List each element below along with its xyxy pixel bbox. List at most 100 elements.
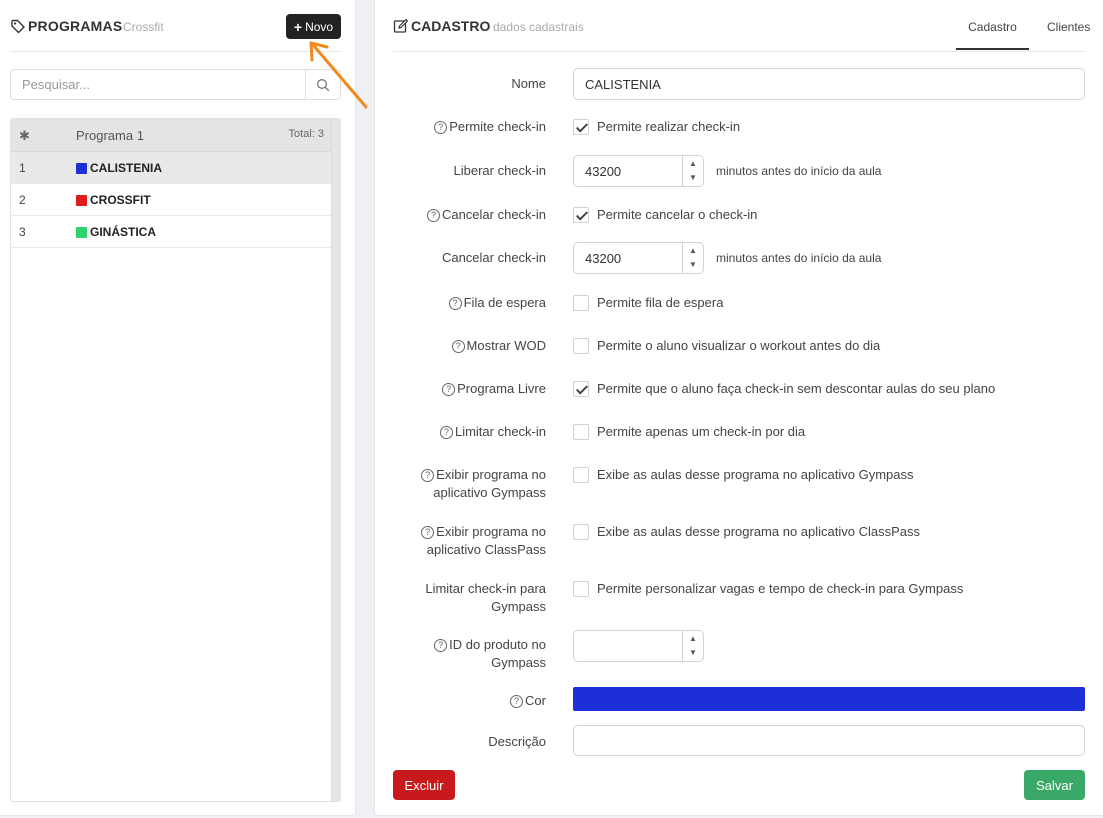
- nome-input[interactable]: [573, 68, 1085, 100]
- cancelar-checkin-stepper: 43200 ▲ ▼: [573, 242, 704, 274]
- field-limitar-checkin: ? Limitar check-in Permite apenas um chec…: [393, 423, 1085, 443]
- programs-list: ✱ Programa 1 Total: 3 1 CALISTENIA 2 CROSSF…: [10, 118, 341, 802]
- delete-button[interactable]: Excluir: [393, 770, 455, 800]
- programs-panel: PROGRAMAS Crossfit + Novo ✱ Programa 1 T…: [0, 0, 356, 816]
- save-button[interactable]: Salvar: [1024, 770, 1085, 800]
- field-id-produto: ? ID do produto no Gympass ▲ ▼: [393, 630, 1085, 670]
- exibir-classpass-text: Exibe as aulas desse programa no aplicat…: [597, 524, 921, 539]
- exibir-classpass-checkbox[interactable]: [573, 524, 589, 540]
- list-scrollbar[interactable]: [331, 119, 340, 801]
- id-produto-label-line2: Gympass: [491, 655, 546, 670]
- list-header: ✱ Programa 1 Total: 3: [11, 119, 340, 152]
- new-program-label: Novo: [305, 19, 334, 34]
- list-item-number: 3: [19, 225, 26, 239]
- fila-espera-text: Permite fila de espera: [597, 295, 724, 310]
- liberar-checkin-spinner[interactable]: ▲ ▼: [683, 155, 704, 187]
- help-icon[interactable]: ?: [442, 383, 456, 396]
- field-exibir-classpass: ? Exibir programa no aplicativo ClassPass …: [393, 523, 1085, 561]
- form-title: CADASTRO: [411, 18, 491, 34]
- field-cancelar-checkin-flag: ? Cancelar check-in Permite cancelar o ch…: [393, 206, 1085, 226]
- field-exibir-gympass: ? Exibir programa no aplicativo Gympass Ex…: [393, 466, 1085, 504]
- cancelar-checkin-checkbox[interactable]: [573, 207, 589, 223]
- form-header: CADASTRO dados cadastrais Cadastro Clien…: [393, 12, 1090, 52]
- help-icon[interactable]: ?: [434, 639, 448, 652]
- cancelar-checkin-input[interactable]: 43200: [573, 242, 683, 274]
- program-color-swatch: [76, 195, 87, 206]
- id-produto-spinner[interactable]: ▲ ▼: [683, 630, 704, 662]
- permite-checkin-label: Permite check-in: [449, 119, 546, 134]
- field-limitar-gympass: Limitar check-in para Gympass Permite per…: [393, 580, 1085, 618]
- list-item-number: 1: [19, 161, 26, 175]
- exibir-gympass-text: Exibe as aulas desse programa no aplicat…: [597, 467, 914, 482]
- limitar-checkin-text: Permite apenas um check-in por dia: [597, 424, 806, 439]
- cancelar-checkin-text: Permite cancelar o check-in: [597, 207, 758, 222]
- help-icon[interactable]: ?: [421, 469, 435, 482]
- limitar-gympass-label-line2: Gympass: [491, 599, 546, 614]
- programa-livre-checkbox[interactable]: [573, 381, 589, 397]
- limitar-gympass-checkbox[interactable]: [573, 581, 589, 597]
- chevron-up-icon[interactable]: ▲: [683, 247, 703, 255]
- field-fila-espera: ? Fila de espera Permite fila de espera: [393, 294, 1085, 314]
- field-cor: ? Cor: [393, 687, 1085, 711]
- gear-icon[interactable]: ✱: [19, 128, 30, 144]
- liberar-checkin-input[interactable]: 43200: [573, 155, 683, 187]
- help-icon[interactable]: ?: [510, 695, 524, 708]
- help-icon[interactable]: ?: [439, 426, 453, 439]
- field-permite-checkin: ? Permite check-in Permite realizar check…: [393, 118, 1085, 138]
- list-item-number: 2: [19, 193, 26, 207]
- help-icon[interactable]: ?: [448, 297, 462, 310]
- search-button[interactable]: [305, 70, 340, 99]
- id-produto-label-line1: ID do produto no: [449, 637, 546, 652]
- mostrar-wod-checkbox[interactable]: [573, 338, 589, 354]
- field-nome: Nome: [393, 68, 1085, 100]
- field-liberar-checkin: Liberar check-in 43200 ▲ ▼ minutos antes …: [393, 155, 1085, 187]
- search-icon: [317, 78, 330, 91]
- cancelar-checkin-unit: minutos antes do início da aula: [716, 251, 882, 265]
- search-input[interactable]: [11, 70, 305, 99]
- exibir-classpass-label-line2: aplicativo ClassPass: [426, 542, 546, 557]
- cancelar-checkin-spinner[interactable]: ▲ ▼: [683, 242, 704, 274]
- id-produto-stepper: ▲ ▼: [573, 630, 704, 662]
- chevron-down-icon[interactable]: ▼: [683, 649, 703, 657]
- permite-checkin-text: Permite realizar check-in: [597, 119, 741, 134]
- id-produto-input[interactable]: [573, 630, 683, 662]
- tab-clientes[interactable]: Clientes: [1047, 20, 1090, 34]
- list-item[interactable]: 1 CALISTENIA: [11, 152, 340, 184]
- tab-cadastro[interactable]: Cadastro: [956, 20, 1029, 50]
- permite-checkin-checkbox[interactable]: [573, 119, 589, 135]
- descricao-input[interactable]: [573, 725, 1085, 756]
- help-icon[interactable]: ?: [451, 340, 465, 353]
- programs-title: PROGRAMAS: [28, 18, 123, 34]
- programa-livre-label: Programa Livre: [457, 381, 546, 396]
- chevron-down-icon[interactable]: ▼: [683, 174, 703, 182]
- limitar-checkin-checkbox[interactable]: [573, 424, 589, 440]
- help-icon[interactable]: ?: [426, 209, 440, 222]
- liberar-checkin-stepper: 43200 ▲ ▼: [573, 155, 704, 187]
- chevron-up-icon[interactable]: ▲: [683, 635, 703, 643]
- help-icon[interactable]: ?: [434, 121, 448, 134]
- list-header-title: Programa 1: [76, 128, 144, 143]
- color-picker[interactable]: [573, 687, 1085, 711]
- programs-subtitle: Crossfit: [123, 20, 164, 34]
- field-descricao: Descrição: [393, 725, 1085, 756]
- fila-espera-checkbox[interactable]: [573, 295, 589, 311]
- program-color-swatch: [76, 163, 87, 174]
- list-item[interactable]: 2 CROSSFIT: [11, 184, 340, 216]
- chevron-down-icon[interactable]: ▼: [683, 261, 703, 269]
- limitar-gympass-label-line1: Limitar check-in para: [425, 581, 546, 596]
- list-header-total: Total: 3: [288, 128, 324, 140]
- search-box: [10, 69, 341, 100]
- list-item[interactable]: 3 GINÁSTICA: [11, 216, 340, 248]
- field-mostrar-wod: ? Mostrar WOD Permite o aluno visualizar …: [393, 337, 1085, 357]
- liberar-checkin-unit: minutos antes do início da aula: [716, 164, 882, 178]
- limitar-gympass-text: Permite personalizar vagas e tempo de ch…: [597, 581, 964, 596]
- cor-label: Cor: [525, 693, 546, 708]
- programa-livre-text: Permite que o aluno faça check-in sem de…: [597, 381, 996, 396]
- descricao-label: Descrição: [488, 734, 546, 749]
- limitar-checkin-label: Limitar check-in: [454, 424, 546, 439]
- new-program-button[interactable]: + Novo: [286, 14, 341, 39]
- help-icon[interactable]: ?: [421, 526, 435, 539]
- exibir-gympass-checkbox[interactable]: [573, 467, 589, 483]
- list-item-name: CALISTENIA: [90, 161, 162, 175]
- chevron-up-icon[interactable]: ▲: [683, 160, 703, 168]
